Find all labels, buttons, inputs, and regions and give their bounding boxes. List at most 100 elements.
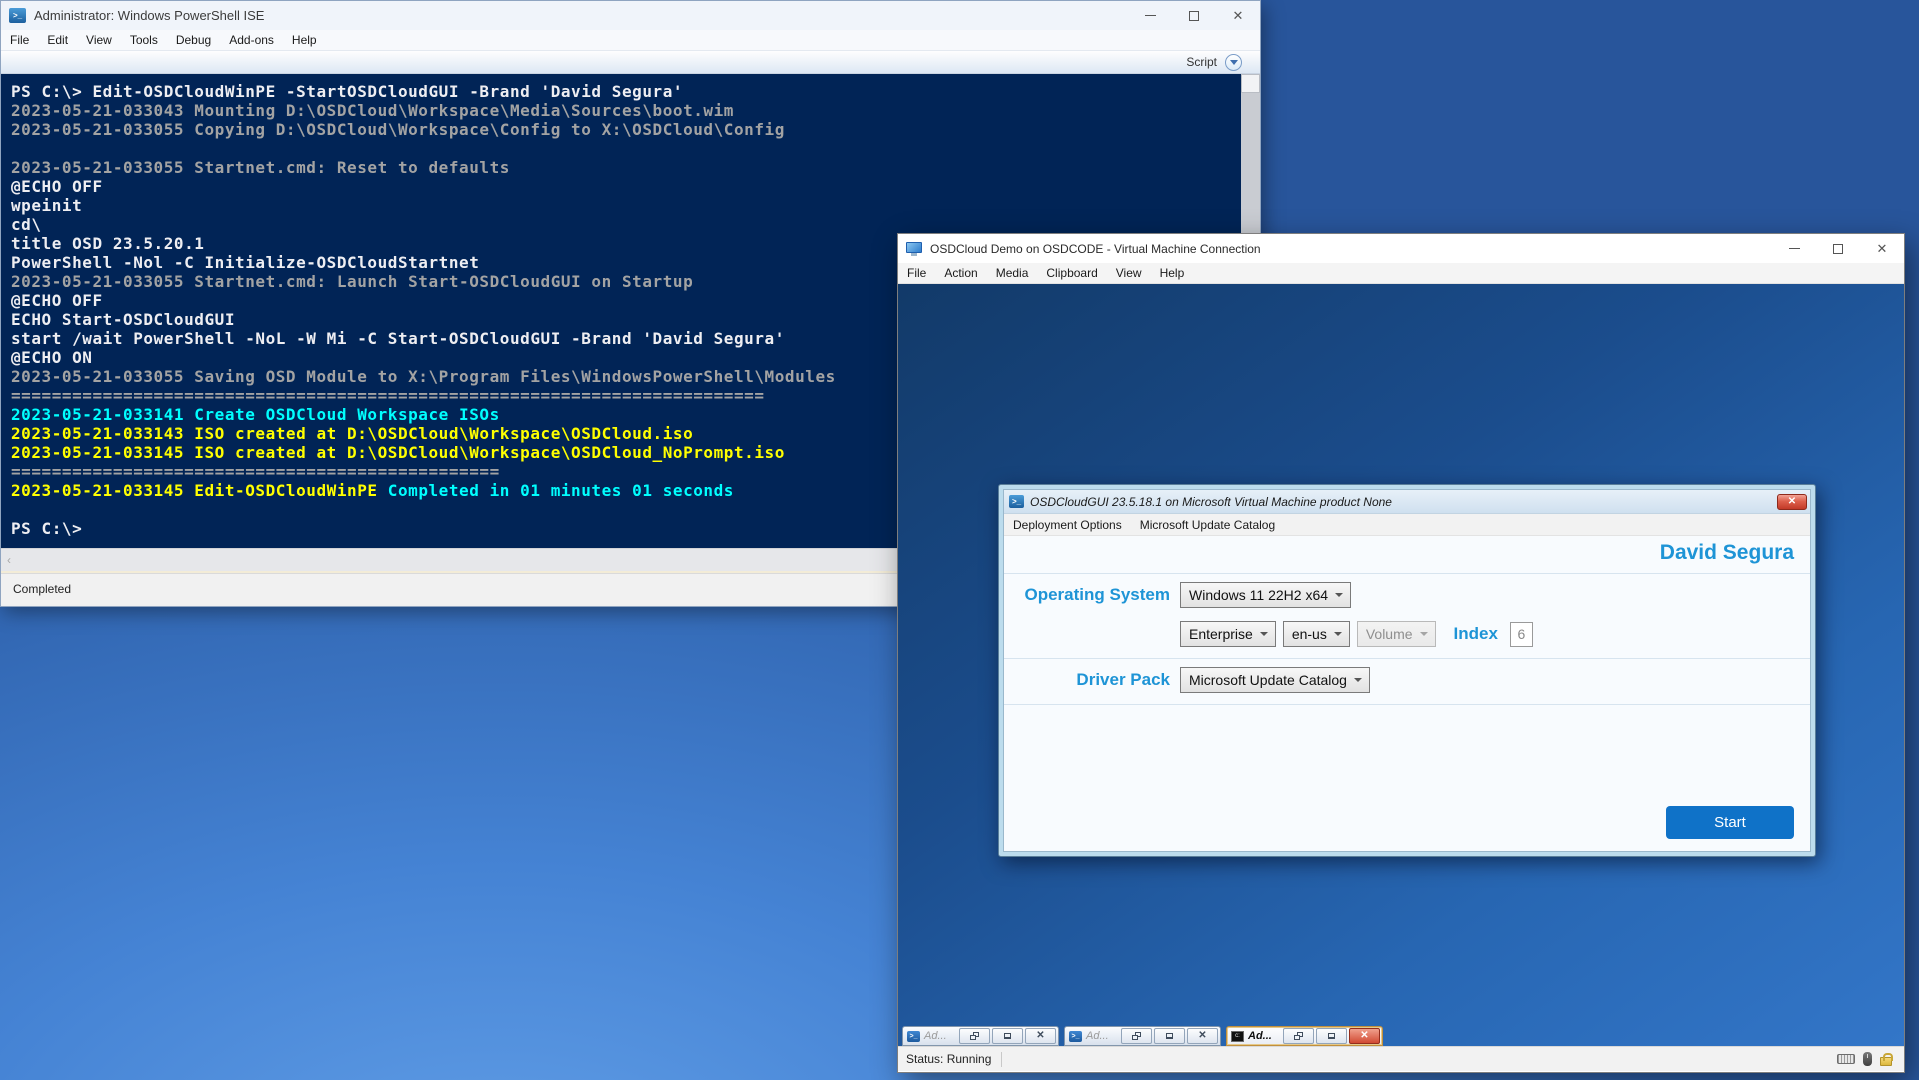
restore-button[interactable] <box>959 1028 990 1044</box>
scroll-left-icon: ‹ <box>7 553 11 567</box>
chevron-down-icon <box>1334 632 1342 636</box>
divider <box>1004 573 1810 574</box>
vm-menubar: FileActionMediaClipboardViewHelp <box>898 263 1904 284</box>
caption-label[interactable]: >_Ad... <box>1067 1030 1119 1042</box>
close-button[interactable]: ✕ <box>1349 1028 1380 1044</box>
restore-button[interactable] <box>1283 1028 1314 1044</box>
script-pane-label: Script <box>1186 55 1217 69</box>
operating-system-dropdown[interactable]: Windows 11 22H2 x64 <box>1180 582 1351 608</box>
vm-screen[interactable]: >_ OSDCloudGUI 23.5.18.1 on Microsoft Vi… <box>898 284 1904 1046</box>
console-text-segment: @ECHO ON <box>11 348 92 367</box>
maximize-button[interactable] <box>1816 234 1860 263</box>
menu-item-view[interactable]: View <box>77 30 121 50</box>
menu-item-edit[interactable]: Edit <box>38 30 77 50</box>
edition-dropdown[interactable]: Enterprise <box>1180 621 1276 647</box>
menu-item-help[interactable]: Help <box>1151 263 1194 283</box>
minimize-button[interactable] <box>1316 1028 1347 1044</box>
index-label: Index <box>1454 624 1498 644</box>
driver-pack-label: Driver Pack <box>1020 670 1170 690</box>
minimize-button[interactable] <box>1772 234 1816 263</box>
console-text-segment: 2023-05-21-033143 ISO created at D:\OSDC… <box>11 424 693 443</box>
console-text-segment: PowerShell -Nol -C Initialize-OSDCloudSt… <box>11 253 479 272</box>
divider <box>1004 658 1810 659</box>
menu-item-view[interactable]: View <box>1107 263 1151 283</box>
gui-titlebar[interactable]: >_ OSDCloudGUI 23.5.18.1 on Microsoft Vi… <box>1004 490 1810 514</box>
console-text-segment: @ECHO OFF <box>11 291 103 310</box>
console-text-segment: 2023-05-21-033145 Edit-OSDCloudWinPE <box>11 481 388 500</box>
powershell-icon: >_ <box>9 8 26 23</box>
cmd-icon: c: <box>1231 1031 1244 1042</box>
driver-pack-dropdown[interactable]: Microsoft Update Catalog <box>1180 667 1370 693</box>
vm-monitor-icon <box>906 242 923 256</box>
operating-system-label: Operating System <box>1020 585 1170 605</box>
menu-item-action[interactable]: Action <box>935 263 986 283</box>
caption-label[interactable]: >_ Ad... <box>905 1030 957 1042</box>
index-field[interactable]: 6 <box>1510 622 1533 647</box>
console-text-segment: start /wait PowerShell -NoL -W Mi -C Sta… <box>11 329 785 348</box>
close-button[interactable]: ✕ <box>1777 494 1807 510</box>
powershell-icon: >_ <box>1009 495 1024 508</box>
ise-titlebar[interactable]: >_ Administrator: Windows PowerShell ISE… <box>1 1 1260 30</box>
menu-item-help[interactable]: Help <box>283 30 326 50</box>
minimize-icon <box>1789 248 1800 249</box>
scroll-up-button[interactable] <box>1241 74 1260 93</box>
minimize-button[interactable] <box>1128 1 1172 30</box>
license-dropdown[interactable]: Volume <box>1357 621 1436 647</box>
vm-window-title: OSDCloud Demo on OSDCODE - Virtual Machi… <box>930 242 1772 256</box>
close-button[interactable]: ✕ <box>1216 1 1260 30</box>
minimized-window-caption[interactable]: >_ Ad... ✕ <box>902 1026 1059 1046</box>
vm-minimized-windows: >_Ad...✕>_Ad...✕c:Ad...✕ <box>902 1026 1383 1046</box>
restore-button[interactable] <box>1121 1028 1152 1044</box>
maximize-icon <box>1189 11 1199 21</box>
minimized-window-caption[interactable]: c:Ad... ✕ <box>1226 1026 1383 1046</box>
menu-item-clipboard[interactable]: Clipboard <box>1037 263 1106 283</box>
console-text-segment: Completed in 01 minutes 01 seconds <box>388 481 734 500</box>
gui-window-title: OSDCloudGUI 23.5.18.1 on Microsoft Virtu… <box>1030 495 1777 509</box>
minimize-icon <box>1328 1033 1335 1039</box>
console-text-segment: PS C:\> <box>11 519 82 538</box>
caption-title: Ad... <box>924 1030 947 1042</box>
language-dropdown[interactable]: en-us <box>1283 621 1350 647</box>
menu-item-tools[interactable]: Tools <box>121 30 167 50</box>
console-text-segment: 2023-05-21-033055 Copying D:\OSDCloud\Wo… <box>11 120 785 139</box>
menu-item-file[interactable]: File <box>898 263 935 283</box>
restore-icon <box>1132 1032 1141 1040</box>
desktop: { "icons": { "close": "✕", "chevron_note… <box>0 0 1919 1080</box>
console-line <box>11 139 1241 158</box>
console-line: wpeinit <box>11 196 1241 215</box>
menu-item-deployment-options[interactable]: Deployment Options <box>1004 514 1131 535</box>
close-icon: ✕ <box>1788 496 1796 507</box>
maximize-button[interactable] <box>1172 1 1216 30</box>
start-button[interactable]: Start <box>1666 806 1794 839</box>
menu-item-media[interactable]: Media <box>987 263 1038 283</box>
minimize-button[interactable] <box>992 1028 1023 1044</box>
console-text-segment: ECHO Start-OSDCloudGUI <box>11 310 235 329</box>
menu-item-microsoft-update-catalog[interactable]: Microsoft Update Catalog <box>1131 514 1284 535</box>
ise-window-title: Administrator: Windows PowerShell ISE <box>34 8 1128 23</box>
caption-label[interactable]: c:Ad... <box>1229 1030 1281 1042</box>
vm-statusbar: Status: Running <box>898 1046 1904 1071</box>
close-button[interactable]: ✕ <box>1025 1028 1056 1044</box>
restore-icon <box>1294 1032 1303 1040</box>
console-text-segment: 2023-05-21-033055 Startnet.cmd: Launch S… <box>11 272 693 291</box>
chevron-down-icon <box>1354 678 1362 682</box>
minimize-icon <box>1145 15 1156 16</box>
menu-item-file[interactable]: File <box>1 30 38 50</box>
caption-title: Ad... <box>1086 1030 1109 1042</box>
close-icon: ✕ <box>1360 1031 1368 1041</box>
minimize-button[interactable] <box>1154 1028 1185 1044</box>
vm-titlebar[interactable]: OSDCloud Demo on OSDCODE - Virtual Machi… <box>898 234 1904 263</box>
ise-menubar: FileEditViewToolsDebugAdd-onsHelp <box>1 30 1260 51</box>
console-text-segment: cd\ <box>11 215 42 234</box>
minimized-window-caption[interactable]: >_Ad... ✕ <box>1064 1026 1221 1046</box>
vm-status-text: Status: Running <box>906 1052 991 1066</box>
close-icon: ✕ <box>1877 241 1888 257</box>
vm-connection-window: OSDCloud Demo on OSDCODE - Virtual Machi… <box>897 233 1905 1073</box>
close-icon: ✕ <box>1036 1031 1044 1041</box>
menu-item-debug[interactable]: Debug <box>167 30 220 50</box>
close-button[interactable]: ✕ <box>1860 234 1904 263</box>
script-expand-button[interactable] <box>1225 54 1242 71</box>
menu-item-add-ons[interactable]: Add-ons <box>220 30 283 50</box>
powershell-icon: >_ <box>907 1031 920 1042</box>
close-button[interactable]: ✕ <box>1187 1028 1218 1044</box>
